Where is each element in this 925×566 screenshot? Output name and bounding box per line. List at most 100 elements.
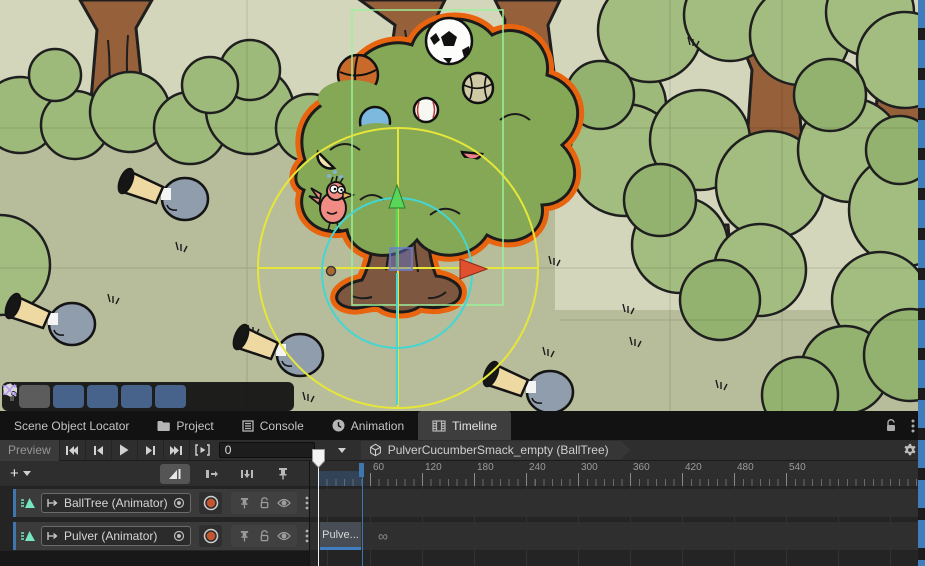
frame-number-field[interactable]: 0	[219, 442, 315, 458]
timeline-ruler[interactable]: 60 120 180 240 300 360 420 480 540	[310, 461, 925, 487]
tab-label: Console	[260, 419, 304, 433]
ruler-major-tick	[734, 473, 735, 486]
clip-lane-balltree[interactable]	[310, 489, 925, 517]
plane-handle	[390, 248, 412, 270]
skip-end-button[interactable]	[163, 440, 189, 461]
mute-track-eye-icon[interactable]	[275, 531, 293, 541]
animator-object-field[interactable]: BallTree (Animator)	[41, 493, 191, 513]
ruler-major-tick	[630, 473, 631, 486]
lock-track-icon[interactable]	[255, 530, 273, 542]
ruler-major-tick	[578, 473, 579, 486]
ruler-tick-label: 420	[685, 462, 702, 473]
lock-track-icon[interactable]	[255, 497, 273, 509]
playhead-line[interactable]	[318, 452, 319, 566]
cube-icon	[369, 443, 382, 457]
play-range-button[interactable]	[189, 440, 215, 461]
layers-tool-button[interactable]	[155, 385, 186, 408]
object-picker-icon[interactable]	[173, 497, 185, 509]
animator-object-field[interactable]: Pulver (Animator)	[41, 526, 191, 546]
animation-clip[interactable]: Pulve...	[320, 522, 361, 550]
hatch-tool-button[interactable]	[87, 385, 118, 408]
animation-track-icon	[20, 496, 36, 510]
ruler-tick-label: 300	[581, 462, 598, 473]
ruler-major-tick	[786, 473, 787, 486]
timeline-duration-line	[362, 474, 363, 566]
scene-toolbar: ‖	[2, 382, 294, 411]
track-toolbar: +	[0, 461, 310, 487]
folder-icon	[157, 420, 170, 432]
mute-track-eye-icon[interactable]	[275, 498, 293, 508]
track-row-balltree[interactable]: BallTree (Animator)	[13, 489, 309, 517]
film-icon	[432, 420, 446, 432]
preview-toggle-button[interactable]: Preview	[0, 440, 59, 461]
breadcrumb-text: PulverCucumberSmack_empty (BallTree)	[388, 443, 609, 457]
curves-view-button[interactable]	[160, 464, 190, 484]
tab-label: Timeline	[452, 419, 497, 433]
tab-label: Animation	[351, 419, 404, 433]
tab-scene-object-locator[interactable]: Scene Object Locator	[0, 411, 143, 440]
timeline-selector-dropdown[interactable]	[329, 448, 355, 453]
tab-label: Project	[176, 419, 213, 433]
ruler-tick-label: 60	[373, 462, 384, 473]
record-button[interactable]	[199, 492, 222, 514]
clip-lane-pulver[interactable]: Pulve... ∞	[310, 522, 925, 550]
crescent-tool-button[interactable]	[121, 385, 152, 408]
tab-console[interactable]: Console	[228, 411, 318, 440]
shuffle-tool-button[interactable]	[257, 385, 288, 408]
scene-view[interactable]: ‖	[0, 0, 925, 411]
baseball	[414, 98, 438, 122]
editor-window: ‖	[0, 0, 925, 566]
megaphone-object	[116, 167, 208, 220]
clip-loop-infinity: ∞	[378, 522, 388, 550]
tab-animation[interactable]: Animation	[318, 411, 418, 440]
tab-timeline[interactable]: Timeline	[418, 411, 511, 440]
console-icon	[242, 420, 254, 432]
ruler-major-tick	[526, 473, 527, 486]
ruler-tick-label: 120	[425, 462, 442, 473]
x-axis-arrow	[460, 259, 487, 279]
track-row-pulver[interactable]: Pulver (Animator)	[13, 522, 309, 550]
ruler-major-tick	[422, 473, 423, 486]
track-object-name: Pulver (Animator)	[64, 529, 169, 543]
edit-mode-replace-button[interactable]	[232, 464, 262, 484]
timeline-clips-area[interactable]: Pulve... ∞	[310, 487, 925, 566]
pin-track-icon[interactable]	[235, 530, 253, 542]
ruler-tick-label: 540	[789, 462, 806, 473]
panel-divider[interactable]	[309, 461, 310, 566]
animation-track-icon	[20, 529, 36, 543]
vertical-scrollbar[interactable]	[918, 0, 925, 566]
tab-project[interactable]: Project	[143, 411, 227, 440]
tab-label: Scene Object Locator	[14, 419, 129, 433]
pivot-dot	[327, 267, 336, 276]
search-tool-button[interactable]	[189, 385, 220, 408]
record-button[interactable]	[199, 525, 222, 547]
object-picker-icon[interactable]	[173, 530, 185, 542]
edit-mode-ripple-button[interactable]	[196, 464, 226, 484]
step-forward-button[interactable]	[137, 440, 163, 461]
step-back-button[interactable]	[85, 440, 111, 461]
play-button[interactable]	[111, 440, 137, 461]
prefab-arrow-icon	[47, 531, 60, 541]
ruler-major-tick	[474, 473, 475, 486]
ruler-tick-label: 180	[477, 462, 494, 473]
playhead-handle[interactable]	[312, 449, 325, 468]
volleyball	[463, 73, 493, 103]
skip-start-button[interactable]	[59, 440, 85, 461]
clock-icon	[332, 419, 345, 432]
scene-art	[0, 0, 925, 411]
breadcrumb[interactable]: PulverCucumberSmack_empty (BallTree)	[361, 441, 631, 460]
pin-markers-button[interactable]	[268, 464, 298, 484]
panel-tab-bar: Scene Object Locator Project Console Ani…	[0, 411, 925, 440]
unlock-icon[interactable]	[885, 419, 897, 432]
add-track-button[interactable]: +	[0, 465, 41, 482]
ruler-tick-label: 240	[529, 462, 546, 473]
move-tool-button[interactable]	[19, 385, 50, 408]
ruler-tick-label: 360	[633, 462, 650, 473]
sliders-tool-button[interactable]	[53, 385, 84, 408]
pin-track-icon[interactable]	[235, 497, 253, 509]
panel-menu-kebab-icon[interactable]	[911, 419, 915, 433]
ruler-tick-label: 480	[737, 462, 754, 473]
camera-tool-button[interactable]	[223, 385, 254, 408]
ruler-major-tick	[682, 473, 683, 486]
gear-icon[interactable]	[903, 443, 917, 457]
